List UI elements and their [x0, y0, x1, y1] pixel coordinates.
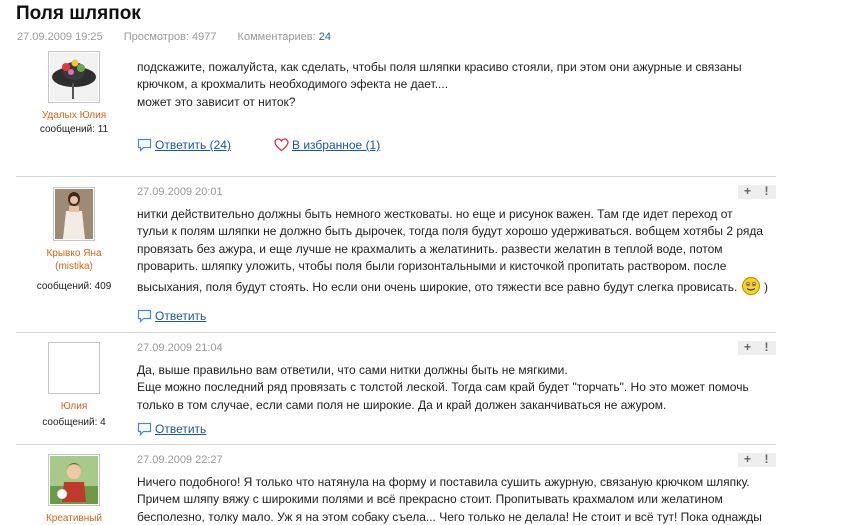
author-name[interactable]: Крывко Яна: [16, 247, 132, 260]
reply-button[interactable]: Ответить: [137, 309, 206, 323]
post-author: Удалых Юлия сообщений: 11: [16, 51, 132, 135]
author-name[interactable]: Креативный: [16, 512, 132, 525]
author-messages: сообщений: 11: [39, 124, 109, 135]
comment-date: 27.09.2009 20:01: [137, 186, 223, 198]
divider: [16, 444, 776, 445]
post-meta: 27.09.2009 19:25 Просмотров: 4977 Коммен…: [17, 31, 349, 43]
plus-icon[interactable]: +: [738, 184, 757, 198]
comment: Юлия сообщений: 4 27.09.2009 21:04 + ! Д…: [16, 339, 776, 439]
plus-icon[interactable]: +: [738, 452, 757, 466]
text-line: проварить. шляпку уложить, чтобы поля бы…: [137, 259, 727, 274]
comment-body: Да, выше правильно вам ответили, что сам…: [137, 362, 777, 414]
text-line: Да, выше правильно вам ответили, что сам…: [137, 363, 568, 377]
author-messages: сообщений: 409: [36, 281, 112, 292]
reply-button[interactable]: Ответить: [137, 422, 206, 436]
views-count: Просмотров: 4977: [123, 31, 217, 43]
reply-bubble-icon: [137, 309, 152, 323]
avatar[interactable]: [48, 342, 100, 394]
text-line: нитки действительно должны быть немного …: [137, 207, 733, 221]
post-date: 27.09.2009 19:25: [17, 31, 103, 43]
report-icon[interactable]: !: [757, 340, 776, 354]
comment: Креативный 27.09.2009 22:27 + ! Ничего п…: [16, 451, 776, 525]
original-post: Удалых Юлия сообщений: 11 подскажите, по…: [16, 51, 776, 161]
author-name[interactable]: Удалых Юлия: [16, 109, 132, 122]
comment-actions: + !: [738, 184, 776, 199]
comment-author: Креативный: [16, 454, 132, 525]
text-line: Еще можно последний ряд провязать с толс…: [137, 380, 749, 395]
author-messages: сообщений: 4: [42, 417, 106, 428]
comment-author: Крывко Яна (mistika) сообщений: 409: [16, 187, 132, 292]
text-line: только в том случае, если сами поля не ш…: [137, 397, 667, 412]
reply-button[interactable]: Ответить (24): [137, 138, 231, 152]
plus-icon[interactable]: +: [738, 340, 757, 354]
text-line: подскажите, пожалуйста, как сделать, что…: [137, 60, 742, 74]
page-title: Поля шляпок: [16, 3, 141, 24]
author-name[interactable]: Юлия: [16, 400, 132, 413]
comment-date: 27.09.2009 22:27: [137, 454, 223, 466]
text-line: провязать без ажура, и еще лучше не крах…: [137, 241, 723, 256]
report-icon[interactable]: !: [757, 184, 776, 198]
comment-body: Ничего подобного! Я только что натянула …: [137, 474, 776, 525]
avatar[interactable]: [48, 51, 100, 103]
comment-actions: + !: [738, 452, 776, 467]
divider: [16, 176, 776, 177]
avatar[interactable]: [48, 454, 100, 506]
divider: [16, 332, 776, 333]
comment-date: 27.09.2009 21:04: [137, 342, 223, 354]
post-body: подскажите, пожалуйста, как сделать, что…: [137, 59, 777, 111]
comment-actions: + !: [738, 340, 776, 355]
comment: Крывко Яна (mistika) сообщений: 409 27.0…: [16, 183, 776, 328]
comments-info: Комментариев: 24: [237, 31, 332, 43]
comments-count[interactable]: 24: [319, 31, 331, 43]
text-line: может это зависит от ниток?: [137, 94, 296, 109]
smiley-icon: [741, 276, 760, 295]
reply-bubble-icon: [137, 422, 152, 436]
text-line: Причем шляпу вяжу с широкими полями и вс…: [137, 492, 723, 507]
comment-author: Юлия сообщений: 4: [16, 342, 132, 428]
avatar[interactable]: [53, 187, 95, 241]
text-line: Ничего подобного! Я только что натянула …: [137, 475, 750, 489]
text-line: тульи к полям шляпки не должно быть дыро…: [137, 224, 764, 239]
text-line: высыхания, поля будут стоять. Но если он…: [137, 276, 777, 296]
author-nickname: (mistika): [55, 261, 93, 272]
report-icon[interactable]: !: [757, 452, 776, 466]
text-line: крючком, а крохмалить необходимого эфект…: [137, 77, 449, 92]
heart-icon: [274, 138, 289, 152]
reply-bubble-icon: [137, 138, 152, 152]
favorite-button[interactable]: В избранное (1): [274, 138, 380, 152]
text-line: бесполезно, толку мало. Уж я на этом соб…: [137, 509, 762, 524]
comment-body: нитки действительно должны быть немного …: [137, 206, 777, 296]
